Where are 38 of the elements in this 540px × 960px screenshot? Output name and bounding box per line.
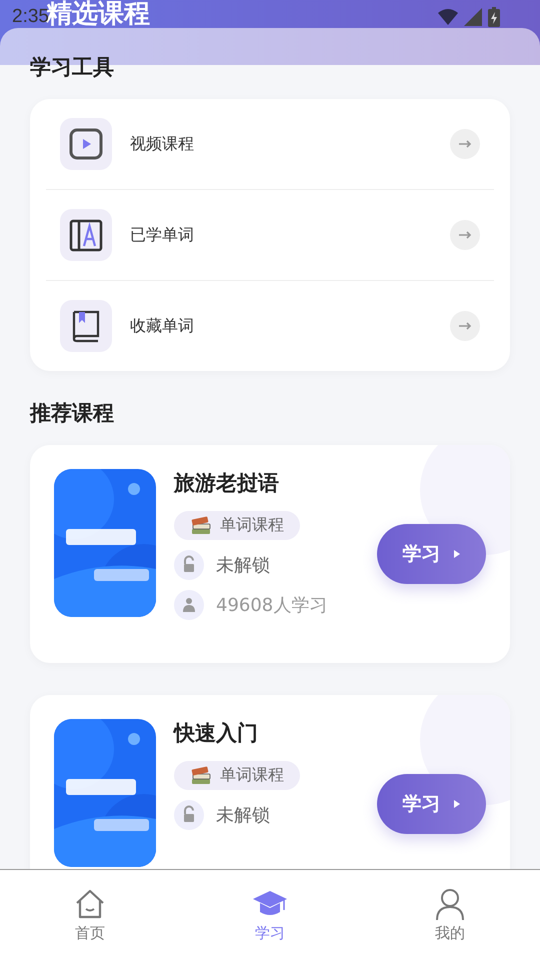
tag-label: 单词课程 [220, 515, 284, 536]
lock-status: 未解锁 [216, 554, 270, 577]
tool-label[interactable]: 收藏单词 [130, 316, 432, 336]
battery-icon [488, 7, 500, 27]
lock-icon [174, 800, 204, 830]
tab-item[interactable]: 我的 [360, 870, 540, 960]
section-title: 学习工具 [29, 54, 115, 81]
video-icon [69, 127, 103, 161]
lock-status: 未解锁 [216, 804, 270, 827]
section-title: 推荐课程 [28, 400, 115, 427]
play-icon [452, 799, 460, 809]
tag-label: 单词课程 [220, 765, 284, 786]
tool-label[interactable]: 已学单词 [130, 224, 432, 246]
person-icon [434, 888, 466, 920]
home-icon [74, 888, 106, 920]
books-icon [190, 516, 212, 536]
course-card[interactable]: 旅游老挝语 单词课程 未解锁 49608人学习 学习 [30, 445, 510, 663]
study-button[interactable]: 学习 [377, 774, 486, 834]
learner-count: 49608人学习 [216, 594, 328, 617]
tab-item[interactable]: 首页 [0, 870, 180, 960]
bookmark-book-icon [71, 309, 101, 343]
play-icon [452, 549, 460, 559]
course-card[interactable]: 快速入门 单词课程 未解锁 学习 [30, 695, 510, 869]
study-button[interactable]: 学习 [377, 524, 486, 584]
wifi-icon [438, 9, 458, 25]
arrow-right-icon[interactable] [450, 129, 480, 159]
page-title: 精选课程 [46, 0, 150, 31]
arrow-right-icon[interactable] [450, 220, 480, 250]
course-title: 旅游老挝语 [174, 470, 280, 497]
arrow-right-icon[interactable] [450, 311, 480, 341]
word-book-icon [69, 218, 103, 252]
tab-item[interactable]: 学习 [180, 870, 360, 960]
person-icon [174, 590, 204, 620]
course-title: 快速入门 [174, 720, 259, 747]
tool-label[interactable]: 视频课程 [130, 134, 432, 154]
signal-icon [464, 8, 482, 26]
lock-icon [174, 550, 204, 580]
books-icon [190, 766, 212, 786]
